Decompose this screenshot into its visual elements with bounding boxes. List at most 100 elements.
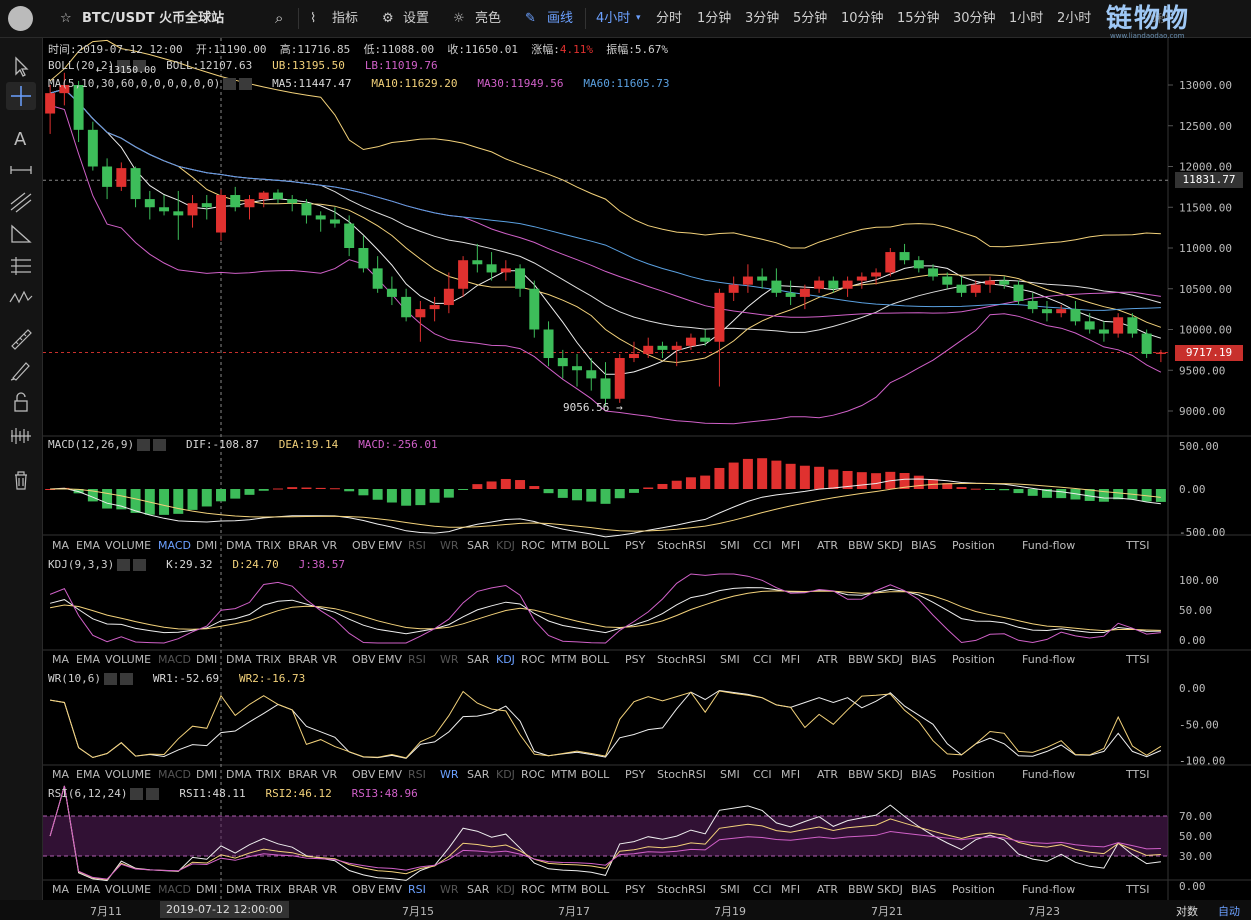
- indicator-tab-mfi[interactable]: MFI: [781, 768, 800, 781]
- indicator-tab-bias[interactable]: BIAS: [911, 768, 936, 781]
- indicator-tab-wr[interactable]: WR: [440, 883, 459, 896]
- interval-option[interactable]: 10分钟: [841, 0, 884, 37]
- indicator-tab-ttsi[interactable]: TTSI: [1126, 883, 1149, 896]
- indicator-tab-kdj[interactable]: KDJ: [496, 653, 515, 666]
- indicator-tab-position[interactable]: Position: [952, 653, 995, 666]
- indicator-tab-ma[interactable]: MA: [52, 653, 69, 666]
- indicator-tab-mfi[interactable]: MFI: [781, 653, 800, 666]
- indicator-tab-emv[interactable]: EMV: [378, 883, 402, 896]
- log-scale-toggle[interactable]: 对数: [1176, 903, 1198, 919]
- indicator-tab-bbw[interactable]: BBW: [848, 768, 874, 781]
- magnet-icon[interactable]: [6, 422, 36, 450]
- indicator-tab-emv[interactable]: EMV: [378, 653, 402, 666]
- settings-button[interactable]: 设置: [403, 0, 429, 37]
- indicator-tab-ttsi[interactable]: TTSI: [1126, 653, 1149, 666]
- auto-scale-toggle[interactable]: 自动: [1218, 903, 1240, 919]
- indicator-tab-wr[interactable]: WR: [440, 768, 459, 781]
- indicator-tab-dma[interactable]: DMA: [226, 768, 252, 781]
- indicator-tab-roc[interactable]: ROC: [521, 883, 545, 896]
- fibonacci-icon[interactable]: [6, 252, 36, 280]
- indicator-tab-rsi[interactable]: RSI: [408, 768, 426, 781]
- indicator-tab-dma[interactable]: DMA: [226, 883, 252, 896]
- close-icon[interactable]: [119, 673, 133, 685]
- indicator-tab-bias[interactable]: BIAS: [911, 539, 936, 552]
- gear-icon[interactable]: ⚙: [382, 0, 394, 37]
- sun-icon[interactable]: ☼: [453, 0, 465, 37]
- indicator-tab-roc[interactable]: ROC: [521, 653, 545, 666]
- cursor-arrow-icon[interactable]: [6, 52, 36, 80]
- indicator-tab-skdj[interactable]: SKDJ: [877, 768, 903, 781]
- indicator-tab-skdj[interactable]: SKDJ: [877, 883, 903, 896]
- interval-option[interactable]: 15分钟: [897, 0, 940, 37]
- indicator-tab-macd[interactable]: MACD: [158, 768, 191, 781]
- indicator-tab-cci[interactable]: CCI: [753, 653, 772, 666]
- indicator-tab-volume[interactable]: VOLUME: [105, 883, 151, 896]
- indicator-tab-cci[interactable]: CCI: [753, 768, 772, 781]
- indicator-tab-psy[interactable]: PSY: [625, 653, 645, 666]
- indicator-tab-macd[interactable]: MACD: [158, 539, 191, 552]
- ma-name[interactable]: MA(5,10,30,60,0,0,0,0,0,0): [48, 77, 220, 90]
- indicator-tab-stochrsi[interactable]: StochRSI: [657, 883, 706, 896]
- interval-option[interactable]: 30分钟: [953, 0, 996, 37]
- indicator-tab-dmi[interactable]: DMI: [196, 883, 217, 896]
- close-icon[interactable]: [133, 559, 147, 571]
- indicator-tab-volume[interactable]: VOLUME: [105, 653, 151, 666]
- kdj-name[interactable]: KDJ(9,3,3): [48, 558, 114, 571]
- indicator-tab-smi[interactable]: SMI: [720, 768, 740, 781]
- indicator-tab-dmi[interactable]: DMI: [196, 653, 217, 666]
- triangle-icon[interactable]: [6, 220, 36, 248]
- indicator-tab-bbw[interactable]: BBW: [848, 539, 874, 552]
- indicator-tab-dma[interactable]: DMA: [226, 539, 252, 552]
- indicator-tab-ema[interactable]: EMA: [76, 539, 100, 552]
- indicator-tab-rsi[interactable]: RSI: [408, 653, 426, 666]
- gear-icon[interactable]: [130, 788, 144, 800]
- trend-line-icon[interactable]: [6, 188, 36, 216]
- indicator-tab-trix[interactable]: TRIX: [256, 653, 281, 666]
- indicator-tab-bias[interactable]: BIAS: [911, 653, 936, 666]
- indicator-tab-ma[interactable]: MA: [52, 883, 69, 896]
- pencil-icon[interactable]: ✎: [525, 0, 536, 37]
- theme-button[interactable]: 亮色: [475, 0, 501, 37]
- indicator-tab-ema[interactable]: EMA: [76, 883, 100, 896]
- indicator-tab-rsi[interactable]: RSI: [408, 883, 426, 896]
- indicator-tab-volume[interactable]: VOLUME: [105, 539, 151, 552]
- indicator-tab-boll[interactable]: BOLL: [581, 539, 609, 552]
- indicator-tab-cci[interactable]: CCI: [753, 883, 772, 896]
- indicator-tab-ma[interactable]: MA: [52, 768, 69, 781]
- indicator-tab-volume[interactable]: VOLUME: [105, 768, 151, 781]
- indicator-tab-brar[interactable]: BRAR: [288, 768, 318, 781]
- indicator-tab-macd[interactable]: MACD: [158, 653, 191, 666]
- indicator-tab-emv[interactable]: EMV: [378, 768, 402, 781]
- indicator-tab-smi[interactable]: SMI: [720, 883, 740, 896]
- wave-icon[interactable]: [6, 284, 36, 312]
- indicator-tab-wr[interactable]: WR: [440, 539, 459, 552]
- indicator-tab-trix[interactable]: TRIX: [256, 768, 281, 781]
- close-icon[interactable]: [153, 439, 167, 451]
- brush-icon[interactable]: [6, 356, 36, 384]
- indicator-tab-mtm[interactable]: MTM: [551, 883, 577, 896]
- indicator-tab-mtm[interactable]: MTM: [551, 768, 577, 781]
- indicator-tab-obv[interactable]: OBV: [352, 653, 375, 666]
- rsi-name[interactable]: RSI(6,12,24): [48, 787, 127, 800]
- lock-icon[interactable]: [6, 388, 36, 416]
- indicator-tab-fund-flow[interactable]: Fund-flow: [1022, 883, 1075, 896]
- indicator-tab-smi[interactable]: SMI: [720, 539, 740, 552]
- indicator-tab-psy[interactable]: PSY: [625, 768, 645, 781]
- indicator-tab-brar[interactable]: BRAR: [288, 883, 318, 896]
- indicator-tab-atr[interactable]: ATR: [817, 653, 838, 666]
- indicator-tab-sar[interactable]: SAR: [467, 768, 489, 781]
- indicator-tab-obv[interactable]: OBV: [352, 883, 375, 896]
- indicator-tab-mtm[interactable]: MTM: [551, 539, 577, 552]
- interval-option[interactable]: 1小时: [1009, 0, 1043, 37]
- indicator-tab-brar[interactable]: BRAR: [288, 539, 318, 552]
- indicator-tab-ttsi[interactable]: TTSI: [1126, 539, 1149, 552]
- indicator-tab-vr[interactable]: VR: [322, 539, 337, 552]
- indicator-tab-cci[interactable]: CCI: [753, 539, 772, 552]
- indicator-tab-sar[interactable]: SAR: [467, 653, 489, 666]
- horizontal-line-icon[interactable]: [6, 156, 36, 184]
- indicator-tab-boll[interactable]: BOLL: [581, 883, 609, 896]
- interval-selected[interactable]: 4小时: [596, 0, 630, 37]
- indicator-tab-sar[interactable]: SAR: [467, 883, 489, 896]
- indicator-tab-fund-flow[interactable]: Fund-flow: [1022, 768, 1075, 781]
- interval-option[interactable]: 1分钟: [697, 0, 731, 37]
